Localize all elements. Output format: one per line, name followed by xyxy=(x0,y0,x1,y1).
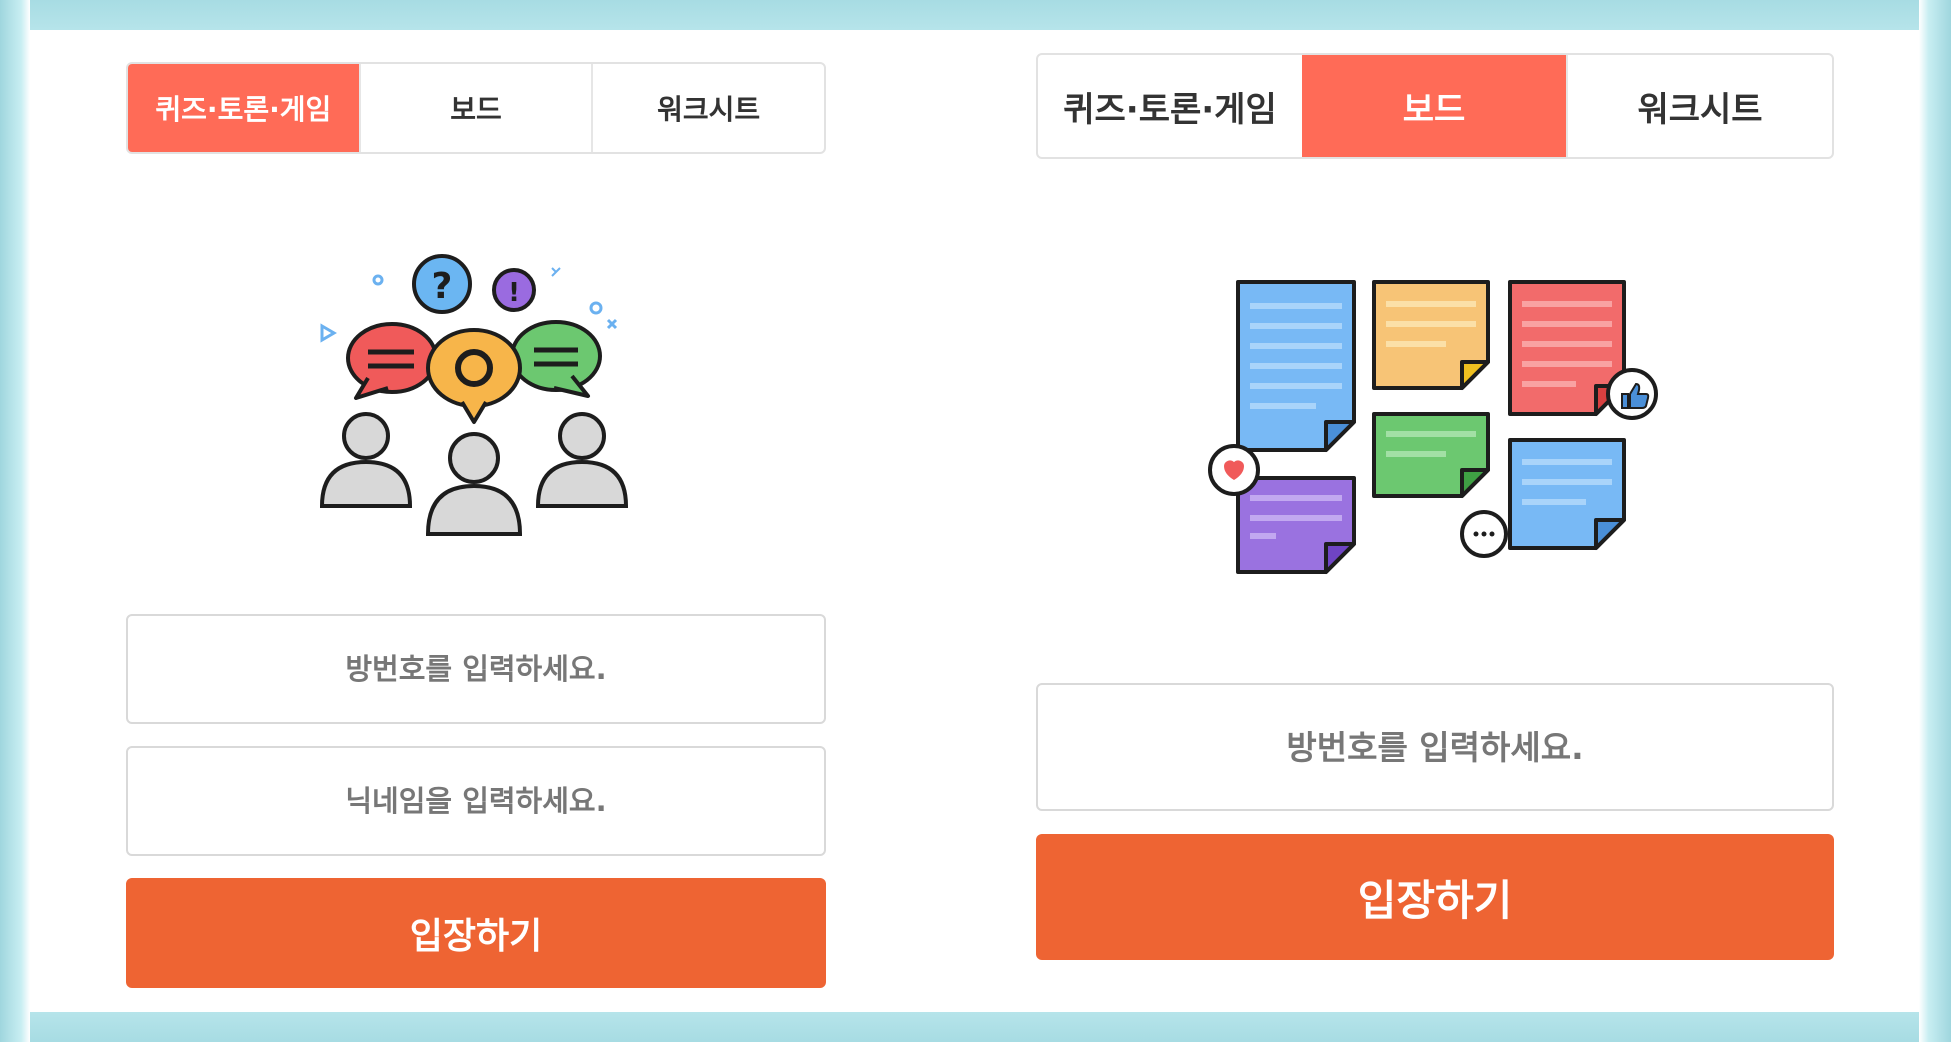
left-nickname-field[interactable] xyxy=(126,746,826,856)
svg-text:!: ! xyxy=(508,278,520,308)
frame-top xyxy=(0,0,1951,30)
frame-bottom xyxy=(0,1012,1951,1042)
tab-quiz-debate-game[interactable]: 퀴즈·토론·게임 xyxy=(1038,55,1302,157)
tab-worksheet[interactable]: 워크시트 xyxy=(1566,55,1832,157)
svg-text:?: ? xyxy=(432,266,453,307)
right-room-number-field[interactable] xyxy=(1036,683,1834,811)
nickname-input[interactable] xyxy=(128,747,824,855)
sticky-notes-board-icon xyxy=(1208,280,1658,574)
left-room-number-field[interactable] xyxy=(126,614,826,724)
right-enter-button[interactable]: 입장하기 xyxy=(1036,834,1834,960)
tab-worksheet[interactable]: 워크시트 xyxy=(591,64,824,152)
tab-board[interactable]: 보드 xyxy=(358,64,592,152)
frame-left xyxy=(0,0,30,1042)
right-tab-bar: 퀴즈·토론·게임 보드 워크시트 xyxy=(1036,53,1834,159)
left-tab-bar: 퀴즈·토론·게임 보드 워크시트 xyxy=(126,62,826,154)
tab-quiz-debate-game[interactable]: 퀴즈·토론·게임 xyxy=(128,64,359,152)
room-number-input[interactable] xyxy=(128,615,824,723)
left-enter-button[interactable]: 입장하기 xyxy=(126,878,826,988)
frame-right xyxy=(1919,0,1951,1042)
discussion-people-icon: ? ! xyxy=(319,254,629,536)
tab-board[interactable]: 보드 xyxy=(1302,55,1566,157)
room-number-input[interactable] xyxy=(1038,684,1832,810)
